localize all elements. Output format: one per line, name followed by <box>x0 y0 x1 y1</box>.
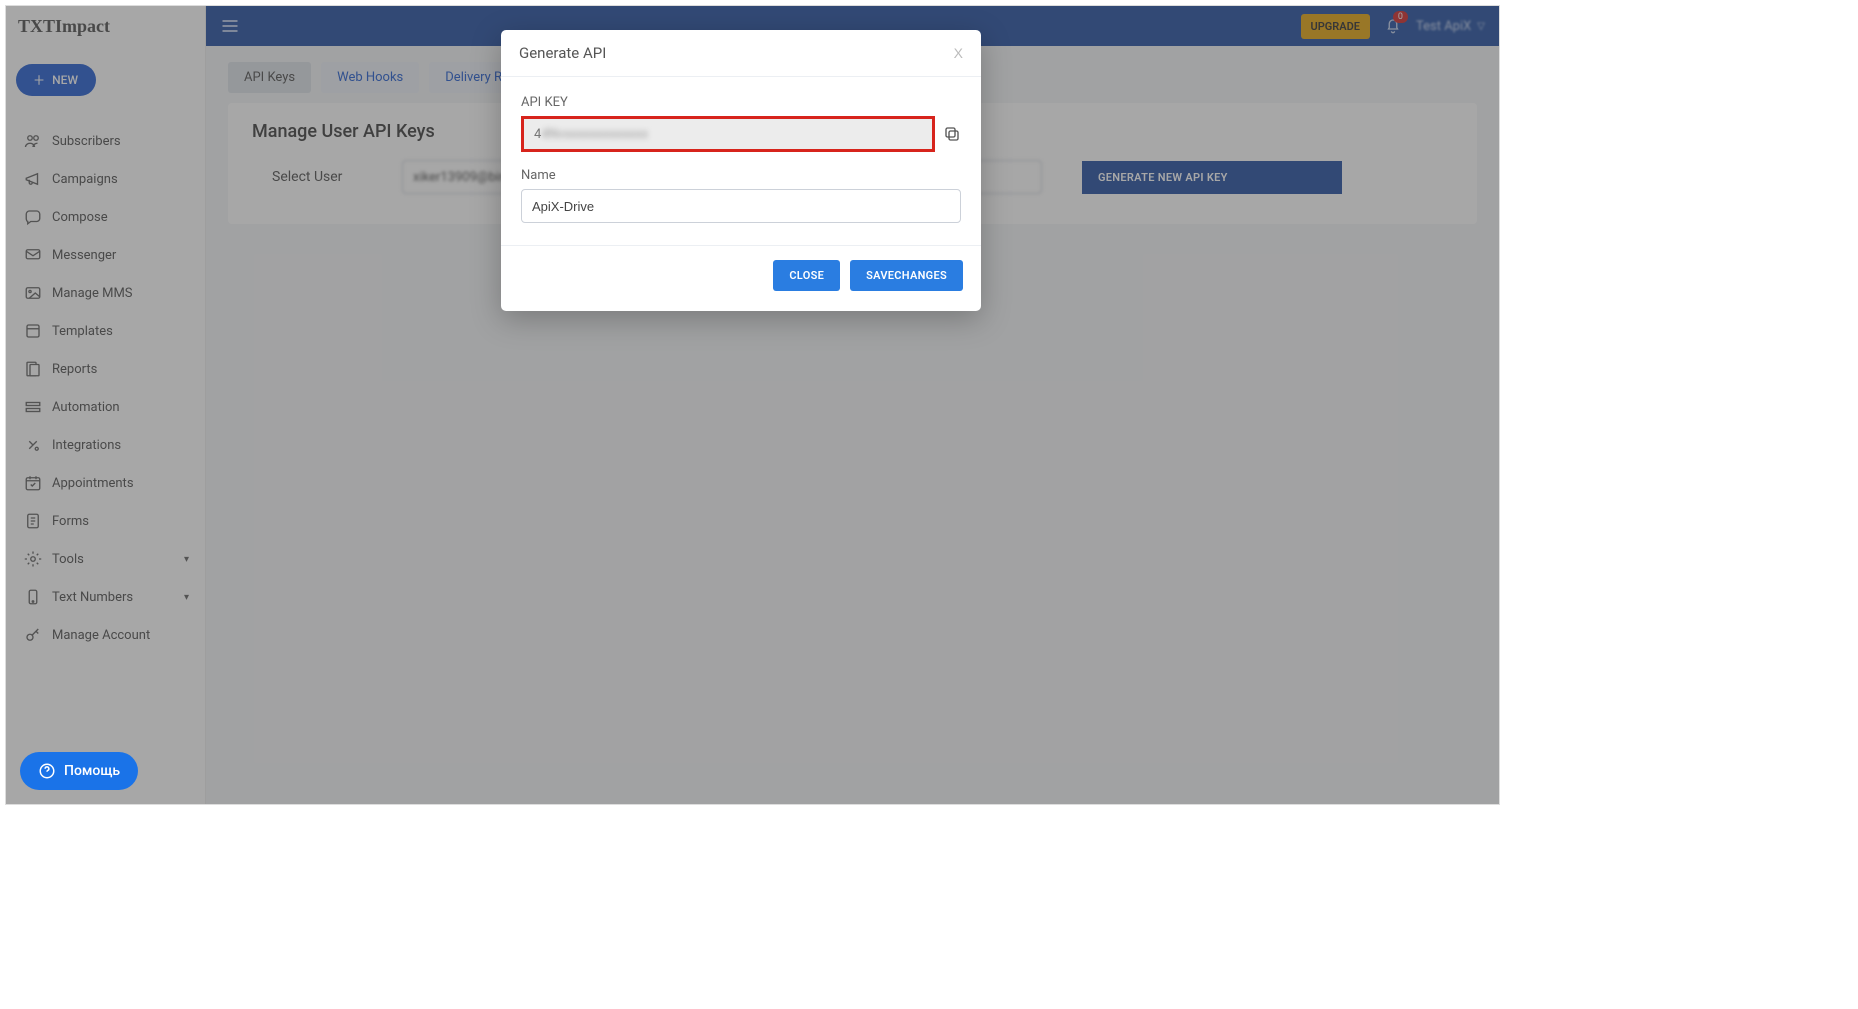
copy-icon[interactable] <box>943 125 961 143</box>
generate-api-modal: Generate API X API KEY 44Nvxxxxxxxxxxxxx… <box>501 30 981 311</box>
modal-close-button[interactable]: X <box>954 45 963 61</box>
api-key-field[interactable]: 44Nvxxxxxxxxxxxxx <box>521 116 935 152</box>
help-button[interactable]: Помощь <box>20 752 138 790</box>
modal-title: Generate API <box>519 44 606 62</box>
help-icon <box>38 762 56 780</box>
api-key-label: API KEY <box>521 95 961 110</box>
close-button[interactable]: CLOSE <box>773 260 840 291</box>
help-label: Помощь <box>64 763 120 779</box>
api-key-value: 4Nvxxxxxxxxxxxxx <box>541 127 648 142</box>
name-input[interactable] <box>521 189 961 223</box>
name-label: Name <box>521 168 961 183</box>
save-changes-button[interactable]: SAVECHANGES <box>850 260 963 291</box>
